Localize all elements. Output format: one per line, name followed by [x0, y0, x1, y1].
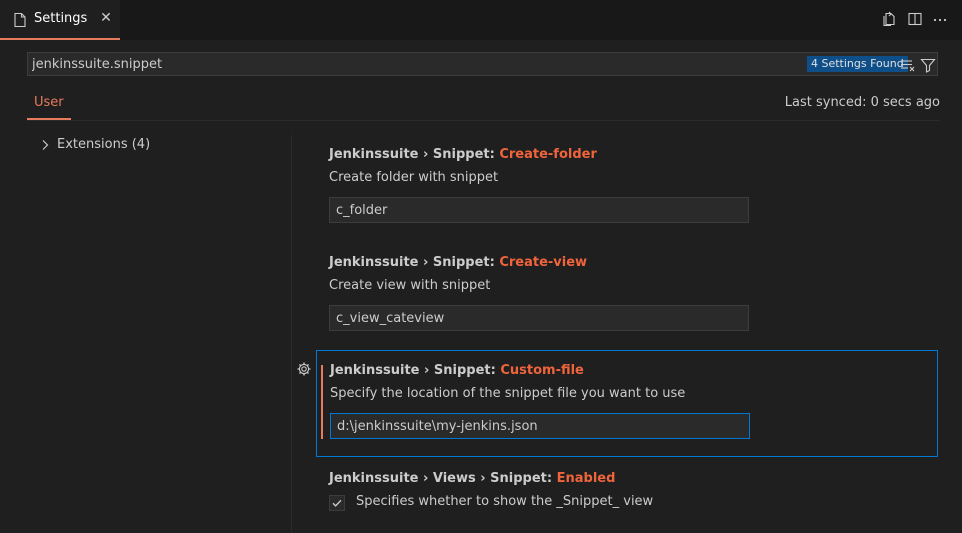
open-settings-json-icon[interactable]	[882, 11, 898, 27]
setting-category: Jenkinssuite › Snippet:	[329, 147, 500, 162]
clear-filter-icon[interactable]	[900, 57, 916, 73]
chevron-right-icon	[42, 139, 49, 150]
settings-search-box: 4 Settings Found	[27, 52, 938, 76]
setting-views-snippet-enabled: Jenkinssuite › Views › Snippet: Enabled …	[316, 458, 938, 533]
setting-modified-indicator	[321, 365, 323, 439]
setting-description: Specify the location of the snippet file…	[330, 386, 686, 401]
setting-key: Create-view	[499, 255, 588, 270]
tab-label: Settings	[34, 11, 88, 26]
setting-category: Jenkinssuite › Snippet:	[329, 255, 500, 270]
setting-key: Create-folder	[499, 147, 597, 162]
setting-description: Create folder with snippet	[329, 170, 499, 185]
create-view-input[interactable]	[329, 305, 749, 331]
setting-key: Enabled	[556, 471, 616, 486]
custom-file-input[interactable]	[330, 413, 750, 439]
settings-search-input[interactable]	[32, 53, 792, 75]
more-actions-icon[interactable]	[932, 11, 948, 27]
settings-scope-tabs: User Last synced: 0 secs ago	[27, 90, 940, 121]
tab-settings[interactable]: Settings ✕	[0, 0, 120, 40]
setting-create-view: Jenkinssuite › Snippet: Create-view Crea…	[316, 242, 938, 342]
toc-item-label: Extensions (4)	[57, 137, 151, 152]
setting-description: Create view with snippet	[329, 278, 491, 293]
setting-title: Jenkinssuite › Snippet: Custom-file	[330, 363, 584, 378]
last-synced-status: Last synced: 0 secs ago	[784, 95, 940, 110]
file-icon	[14, 12, 26, 28]
split-editor-icon[interactable]	[907, 11, 923, 27]
checkmark-icon	[332, 499, 342, 507]
tab-user-settings[interactable]: User	[27, 90, 71, 120]
editor-tab-bar: Settings ✕	[0, 0, 962, 40]
setting-title: Jenkinssuite › Views › Snippet: Enabled	[329, 471, 615, 486]
setting-custom-file: Jenkinssuite › Snippet: Custom-file Spec…	[316, 350, 938, 457]
setting-create-folder: Jenkinssuite › Snippet: Create-folder Cr…	[316, 134, 938, 234]
setting-gear-icon[interactable]	[296, 361, 312, 377]
toc-item-extensions[interactable]: Extensions (4)	[39, 137, 150, 152]
setting-category: Jenkinssuite › Snippet:	[330, 363, 501, 378]
create-folder-input[interactable]	[329, 197, 749, 223]
setting-description: Specifies whether to show the _Snippet_ …	[356, 494, 654, 509]
filter-icon[interactable]	[920, 57, 936, 73]
settings-toc: Extensions (4)	[27, 135, 292, 533]
snippet-view-checkbox[interactable]	[329, 495, 345, 511]
setting-title: Jenkinssuite › Snippet: Create-folder	[329, 147, 597, 162]
settings-count-badge: 4 Settings Found	[807, 56, 908, 72]
setting-title: Jenkinssuite › Snippet: Create-view	[329, 255, 587, 270]
setting-category: Jenkinssuite › Views › Snippet:	[329, 471, 557, 486]
setting-key: Custom-file	[500, 363, 584, 378]
close-icon[interactable]: ✕	[98, 10, 114, 26]
editor-actions	[882, 11, 948, 27]
